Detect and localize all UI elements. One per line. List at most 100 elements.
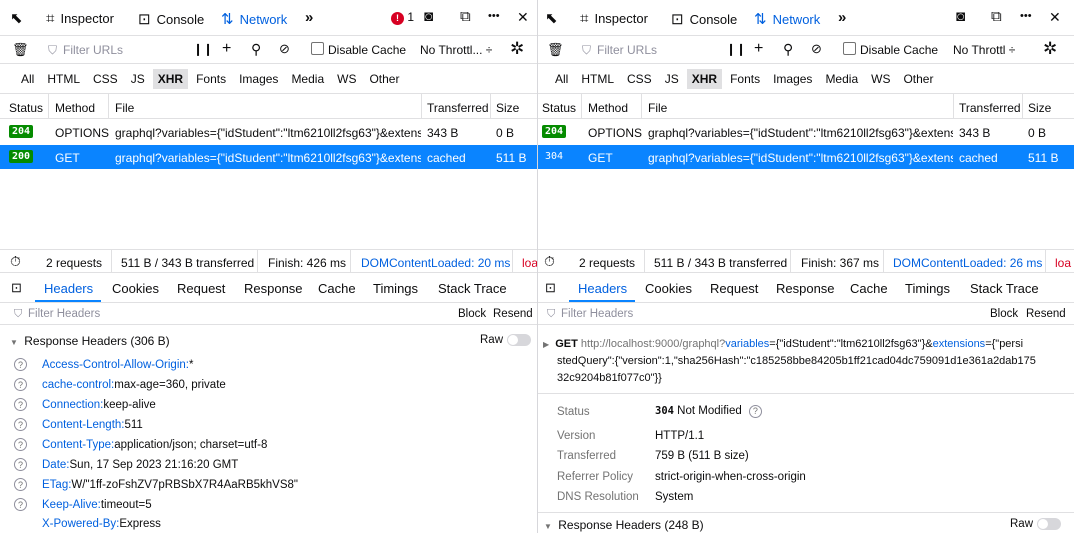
type-js[interactable]: JS (665, 72, 679, 86)
block-icon[interactable]: ⊘ (279, 41, 290, 57)
more-tools-button[interactable]: » (838, 9, 846, 26)
filter-headers-input[interactable]: Filter Headers (28, 308, 100, 320)
type-css[interactable]: CSS (93, 72, 118, 86)
tab-request[interactable]: Request (710, 281, 758, 296)
help-icon[interactable]: ? (14, 378, 27, 391)
more-tools-button[interactable]: » (305, 9, 313, 26)
tab-request[interactable]: Request (177, 281, 225, 296)
add-icon[interactable]: + (222, 40, 231, 58)
col-status[interactable]: Status (9, 101, 43, 115)
help-icon[interactable]: ? (748, 405, 762, 418)
screenshot-icon[interactable]: ◙ (424, 8, 433, 25)
help-icon[interactable]: ? (14, 398, 27, 411)
col-method[interactable]: Method (588, 101, 628, 115)
table-row[interactable]: 204 OPTIONS graphql?variables={"idStuden… (538, 120, 1074, 144)
table-row-selected[interactable]: 304 GET graphql?variables={"idStudent":"… (538, 145, 1074, 169)
type-ws[interactable]: WS (871, 72, 890, 86)
header-row[interactable]: ? Content-Type: application/json; charset… (0, 435, 267, 454)
type-fonts[interactable]: Fonts (730, 72, 760, 86)
disable-cache-checkbox[interactable] (843, 42, 856, 55)
dock-icon[interactable]: ⧉ (460, 8, 471, 25)
header-row[interactable]: ? Content-Length: 511 (0, 415, 143, 434)
col-file[interactable]: File (115, 101, 134, 115)
col-method[interactable]: Method (55, 101, 95, 115)
type-all[interactable]: All (555, 72, 568, 86)
tab-network[interactable]: ⇅ Network (221, 10, 287, 28)
help-icon[interactable]: ? (14, 498, 27, 511)
col-size[interactable]: Size (1028, 101, 1051, 115)
tab-stack-trace[interactable]: Stack Trace (970, 281, 1039, 296)
col-transferred[interactable]: Transferred (427, 101, 489, 115)
type-html[interactable]: HTML (47, 72, 80, 86)
filter-urls-input[interactable]: Filter URLs (597, 43, 657, 57)
search-icon[interactable]: ⚲ (783, 41, 793, 58)
tab-cache[interactable]: Cache (850, 281, 888, 296)
error-counter[interactable]: ! 1 (391, 10, 414, 25)
request-url-block[interactable]: ▶ GET http://localhost:9000/graphql?vari… (543, 336, 1068, 387)
raw-switch[interactable] (1037, 518, 1062, 530)
type-ws[interactable]: WS (337, 72, 356, 86)
settings-gear-icon[interactable]: ✲ (510, 39, 524, 59)
tab-console[interactable]: ⊡ Console (671, 10, 737, 28)
filter-headers-input[interactable]: Filter Headers (561, 308, 633, 320)
type-images[interactable]: Images (773, 72, 812, 86)
type-other[interactable]: Other (903, 72, 933, 86)
help-icon[interactable]: ? (14, 438, 27, 451)
type-js[interactable]: JS (131, 72, 145, 86)
block-icon[interactable]: ⊘ (811, 41, 822, 57)
help-icon[interactable]: ? (14, 458, 27, 471)
block-button[interactable]: Block (990, 308, 1018, 320)
pick-element-icon[interactable]: ⬉ (545, 9, 558, 27)
col-size[interactable]: Size (496, 101, 519, 115)
response-headers-toggle[interactable]: ▼ Response Headers (248 B) (544, 518, 704, 532)
help-icon[interactable]: ? (14, 478, 27, 491)
tab-timings[interactable]: Timings (905, 281, 950, 296)
close-button[interactable]: ✕ (517, 9, 529, 26)
add-icon[interactable]: + (754, 40, 763, 58)
pause-icon[interactable]: ❙❙ (726, 42, 746, 56)
header-row[interactable]: ? Keep-Alive: timeout=5 (0, 495, 152, 514)
type-images[interactable]: Images (239, 72, 278, 86)
pause-icon[interactable]: ❙❙ (193, 42, 213, 56)
table-row-selected[interactable]: 200 GET graphql?variables={"idStudent":"… (0, 145, 537, 169)
header-row[interactable]: ? Date: Sun, 17 Sep 2023 21:16:20 GMT (0, 455, 238, 474)
options-button[interactable]: ••• (1020, 10, 1032, 22)
dock-icon[interactable]: ⧉ (991, 8, 1002, 25)
screenshot-icon[interactable]: ◙ (956, 8, 965, 25)
stopwatch-icon[interactable]: ⏱ (10, 253, 21, 270)
header-row[interactable]: ? Connection: keep-alive (0, 395, 156, 414)
resend-button[interactable]: Resend (1026, 308, 1066, 320)
header-row[interactable]: ? Access-Control-Allow-Origin: * (0, 355, 193, 374)
throttle-select[interactable]: No Throttl... ÷ (420, 43, 492, 57)
header-row[interactable]: ? ETag: W/"1ff-zoFshZV7pRBSbX7R4AaRB5khVS… (0, 475, 298, 494)
type-media[interactable]: Media (291, 72, 324, 86)
trash-icon[interactable]: 🗑 (12, 42, 29, 58)
raw-switch[interactable] (507, 334, 532, 346)
header-row[interactable]: X-Powered-By: Express (0, 514, 161, 533)
tab-headers[interactable]: Headers (578, 281, 627, 296)
filter-urls-input[interactable]: Filter URLs (63, 43, 123, 57)
resend-button[interactable]: Resend (493, 308, 533, 320)
help-icon[interactable]: ? (14, 358, 27, 371)
help-icon[interactable]: ? (14, 418, 27, 431)
disable-cache-checkbox[interactable] (311, 42, 324, 55)
tab-headers[interactable]: Headers (44, 281, 93, 296)
block-button[interactable]: Block (458, 308, 486, 320)
tab-stack-trace[interactable]: Stack Trace (438, 281, 507, 296)
col-status[interactable]: Status (542, 101, 576, 115)
pick-element-icon[interactable]: ⬉ (10, 9, 23, 27)
trash-icon[interactable]: 🗑 (547, 42, 564, 58)
stopwatch-icon[interactable]: ⏱ (544, 253, 555, 270)
tab-cache[interactable]: Cache (318, 281, 356, 296)
tab-console[interactable]: ⊡ Console (138, 10, 204, 28)
search-icon[interactable]: ⚲ (251, 41, 261, 58)
settings-gear-icon[interactable]: ✲ (1043, 39, 1057, 59)
type-all[interactable]: All (21, 72, 34, 86)
col-file[interactable]: File (648, 101, 667, 115)
panel-toggle-icon[interactable]: ⊡ (545, 280, 556, 296)
tab-response[interactable]: Response (776, 281, 835, 296)
tab-inspector[interactable]: ⌗ Inspector (46, 10, 114, 27)
type-xhr[interactable]: XHR (686, 68, 723, 89)
options-button[interactable]: ••• (488, 10, 500, 22)
raw-toggle[interactable]: Raw (480, 334, 532, 346)
